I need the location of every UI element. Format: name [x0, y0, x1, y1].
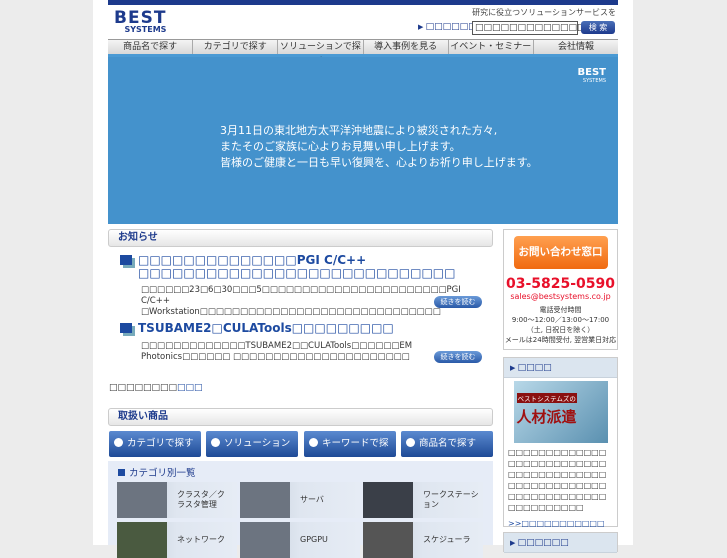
contact-phone: 03-5825-0590 — [505, 276, 616, 292]
hours: 9:00〜12:00／13:00〜17:00 — [511, 316, 610, 324]
nav-events[interactable]: イベント・セミナー — [449, 40, 534, 54]
nav-category[interactable]: カテゴリで探す — [193, 40, 279, 54]
contact-button[interactable]: お問い合わせ窓口 — [513, 236, 608, 269]
past-news-link[interactable]: □□□ — [177, 383, 203, 393]
recruit-body: □□□□□□□□□□□□□□□□□□□□□□□□□□□□□□□□□□□□□□□□… — [508, 448, 607, 512]
image-text: 人材派遣 — [516, 408, 577, 426]
category-label: ワークステーション — [423, 490, 479, 509]
recruit-box: ▶ □□□□ ベストシステムズの 人材派遣 □□□□□□□□□□□□□□□□□□… — [503, 357, 618, 528]
read-more-button[interactable]: 続きを読む — [434, 351, 482, 363]
news-title[interactable]: □□□□□□□□□□□□□□PGI C/C++ □□□□□□□□□□□□□□□□… — [138, 254, 488, 280]
play-icon — [211, 438, 220, 447]
cluster-image — [117, 482, 167, 518]
recruit-image[interactable]: ベストシステムズの 人材派遣 — [513, 381, 608, 443]
main-nav: 商品名で探す カテゴリで探す ソリューションで探す 導入事例を見る イベント・セ… — [108, 39, 618, 67]
news-title[interactable]: TSUBAME2□CULATools□□□□□□□□□ — [138, 322, 488, 335]
category-label: スケジューラ — [423, 535, 471, 544]
closed-days: （土, 日祝日を除く） — [526, 326, 595, 334]
button-label: カテゴリで探す — [127, 438, 194, 449]
products-header: 取扱い商品 — [108, 408, 493, 426]
category-gpgpu[interactable]: GPGPU — [240, 522, 360, 558]
logo[interactable]: BEST SYSTEMS — [114, 8, 166, 34]
arrow-icon: ▶ — [510, 364, 518, 372]
tagline: 研究に役立つソリューションサービスを — [472, 8, 616, 17]
category-server[interactable]: サーバ — [240, 482, 360, 518]
category-title: カテゴリ別一覧 — [118, 465, 196, 479]
news-body: □□□□□□□□□□□□□TSUBAME2□□CULATools□□□□□□EM… — [141, 341, 413, 362]
nav-solution[interactable]: ソリューションで探す — [278, 40, 364, 67]
quick-link[interactable]: ▶ □□□□□□ — [418, 22, 477, 32]
contact-box: お問い合わせ窓口 03-5825-0590 sales@bestsystems.… — [503, 229, 618, 350]
banner-logo-sub: SYSTEMS — [582, 78, 606, 84]
banner-message: 3月11日の東北地方太平洋沖地震により被災された方々, またそのご家族に心よりお… — [220, 123, 538, 171]
button-label: 商品名で探す — [419, 438, 477, 449]
category-network[interactable]: ネットワーク — [117, 522, 237, 558]
image-text: ベストシステムズの — [516, 393, 577, 403]
news-body: □□□□□□23□6□30□□□5□□□□□□□□□□□□□□□□□□□□□□□… — [141, 285, 461, 317]
past-news: □□□□□□□□□□□ — [109, 383, 203, 393]
next-box-title[interactable]: □□□□□□ — [518, 538, 569, 548]
banner-logo: BEST SYSTEMS — [578, 67, 606, 84]
nav-case-studies[interactable]: 導入事例を見る — [364, 40, 449, 54]
play-icon — [309, 438, 318, 447]
play-icon — [114, 438, 123, 447]
banner-line: 3月11日の東北地方太平洋沖地震により被災された方々, — [220, 124, 498, 137]
network-image — [117, 522, 167, 558]
mail-note: メールは24時間受付, 翌営業日対応 — [504, 336, 617, 344]
nav-company[interactable]: 会社情報 — [534, 40, 618, 54]
contact-email[interactable]: sales@bestsystems.co.jp — [504, 292, 617, 301]
search-input[interactable]: □□□□□□□□□□□□□ — [472, 21, 586, 35]
news-bullet-icon — [120, 323, 132, 333]
category-cluster[interactable]: クラスタ／クラスタ管理 — [117, 482, 237, 518]
news-header: お知らせ — [108, 229, 493, 247]
arrow-icon: ▶ — [510, 539, 518, 547]
recruit-link[interactable]: >>□□□□□□□□□□□ — [504, 513, 617, 528]
recruit-title[interactable]: □□□□ — [518, 363, 552, 373]
category-label: ネットワーク — [177, 535, 225, 544]
gpgpu-image — [240, 522, 290, 558]
square-icon — [118, 469, 125, 476]
browse-product-name-button[interactable]: 商品名で探す — [401, 431, 493, 457]
news-bullet-icon — [120, 255, 132, 265]
banner-logo-text: BEST — [577, 67, 606, 78]
next-box-header: ▶ □□□□□□ — [504, 533, 617, 553]
hours-title: 電話受付時間 — [539, 306, 582, 314]
banner-line: 皆様のご健康と一日も早い復興を、心よりお祈り申し上げます。 — [220, 156, 538, 169]
category-label: GPGPU — [300, 535, 328, 544]
category-scheduler[interactable]: スケジューラ — [363, 522, 483, 558]
browse-keyword-button[interactable]: キーワードで探す — [304, 431, 396, 475]
recruit-header: ▶ □□□□ — [504, 358, 617, 378]
server-image — [240, 482, 290, 518]
arrow-icon: ▶ — [418, 23, 426, 31]
category-workstation[interactable]: ワークステーション — [363, 482, 483, 518]
workstation-image — [363, 482, 413, 518]
top-bar — [108, 0, 618, 5]
browse-solution-button[interactable]: ソリューションで探す — [206, 431, 298, 475]
next-box: ▶ □□□□□□ — [503, 532, 618, 553]
browse-category-button[interactable]: カテゴリで探す — [109, 431, 201, 457]
nav-product-name[interactable]: 商品名で探す — [108, 40, 194, 54]
banner-line: またそのご家族に心よりお見舞い申し上げます。 — [220, 140, 461, 153]
past-news-label: □□□□□□□□ — [109, 383, 178, 393]
category-panel: カテゴリ別一覧 クラスタ／クラスタ管理 サーバ ワークステーション ネットワーク… — [108, 461, 493, 558]
scheduler-image — [363, 522, 413, 558]
banner[interactable]: BEST SYSTEMS 3月11日の東北地方太平洋沖地震により被災された方々, … — [108, 57, 618, 224]
read-more-button[interactable]: 続きを読む — [434, 296, 482, 308]
category-label: クラスタ／クラスタ管理 — [177, 490, 225, 509]
search-button[interactable]: 検 索 — [581, 21, 615, 34]
category-label: サーバ — [300, 495, 324, 504]
play-icon — [406, 438, 415, 447]
quick-link-label: □□□□□□ — [425, 22, 477, 32]
category-title-text: カテゴリ別一覧 — [129, 468, 196, 479]
